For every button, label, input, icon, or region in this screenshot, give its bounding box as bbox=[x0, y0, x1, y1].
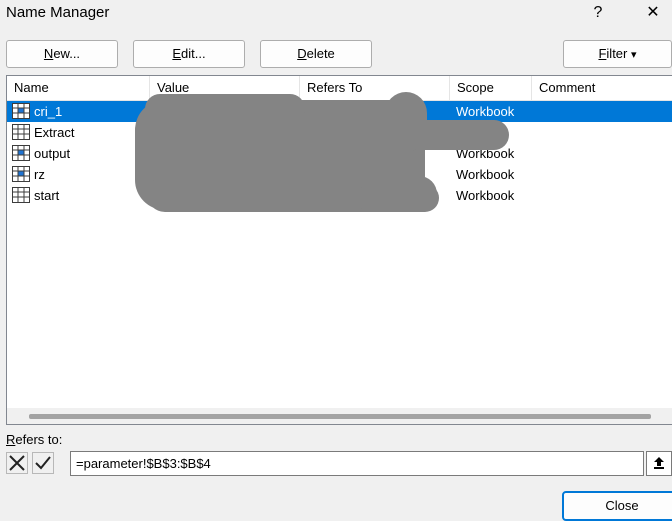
checkmark-icon bbox=[35, 456, 51, 470]
row-name: output bbox=[34, 146, 71, 161]
delete-button-label: elete bbox=[306, 46, 335, 61]
cancel-edit-button[interactable] bbox=[6, 452, 28, 474]
close-button[interactable]: Close bbox=[562, 491, 672, 521]
help-button[interactable]: ? bbox=[578, 0, 618, 26]
delete-button-accesskey: D bbox=[297, 46, 307, 61]
collapse-upload-icon bbox=[654, 457, 664, 469]
named-range-icon bbox=[12, 145, 30, 161]
row-scope: Workbook bbox=[456, 167, 515, 182]
row-name: cri_1 bbox=[34, 104, 63, 119]
named-range-icon bbox=[12, 166, 30, 182]
filter-button-label: ilter bbox=[606, 46, 628, 61]
chevron-down-icon: ▾ bbox=[631, 49, 637, 61]
list-header: Name Value Refers To Scope Comment bbox=[7, 76, 672, 101]
edit-button[interactable]: Edit... bbox=[133, 40, 245, 68]
refers-to-label-text: efers to: bbox=[15, 432, 63, 447]
edit-button-label: dit... bbox=[181, 46, 206, 61]
scrollbar-thumb[interactable] bbox=[29, 414, 651, 419]
refers-to-input[interactable]: =parameter!$B$3:$B$4 bbox=[70, 451, 644, 476]
row-scope: Workbook bbox=[456, 104, 515, 119]
names-list[interactable]: Name Value Refers To Scope Comment cri_1… bbox=[6, 75, 672, 425]
row-name: rz bbox=[34, 167, 45, 182]
new-button-label: ew... bbox=[53, 46, 81, 61]
new-button-accesskey: N bbox=[43, 46, 54, 61]
column-header-name[interactable]: Name bbox=[7, 76, 150, 100]
row-scope: Workbook bbox=[456, 188, 515, 203]
horizontal-scrollbar[interactable] bbox=[7, 408, 672, 424]
edit-button-accesskey: E bbox=[172, 46, 182, 61]
column-header-refers-to[interactable]: Refers To bbox=[300, 76, 450, 100]
row-name: start bbox=[34, 188, 60, 203]
named-range-icon bbox=[12, 103, 30, 119]
named-range-icon bbox=[12, 124, 30, 140]
column-header-comment[interactable]: Comment bbox=[532, 76, 672, 100]
refers-to-label: Refers to: bbox=[6, 432, 62, 447]
delete-button[interactable]: Delete bbox=[260, 40, 372, 68]
window-title: Name Manager bbox=[6, 4, 110, 21]
refers-to-accesskey: R bbox=[6, 432, 16, 447]
cancel-x-icon bbox=[9, 455, 25, 471]
new-button[interactable]: New... bbox=[6, 40, 118, 68]
row-name: Extract bbox=[34, 125, 75, 140]
named-range-icon bbox=[12, 187, 30, 203]
filter-button[interactable]: Filter ▾ bbox=[563, 40, 672, 68]
confirm-edit-button[interactable] bbox=[32, 452, 54, 474]
close-window-button[interactable]: ✕ bbox=[633, 0, 672, 26]
collapse-dialog-button[interactable] bbox=[646, 451, 672, 476]
column-header-scope[interactable]: Scope bbox=[450, 76, 532, 100]
